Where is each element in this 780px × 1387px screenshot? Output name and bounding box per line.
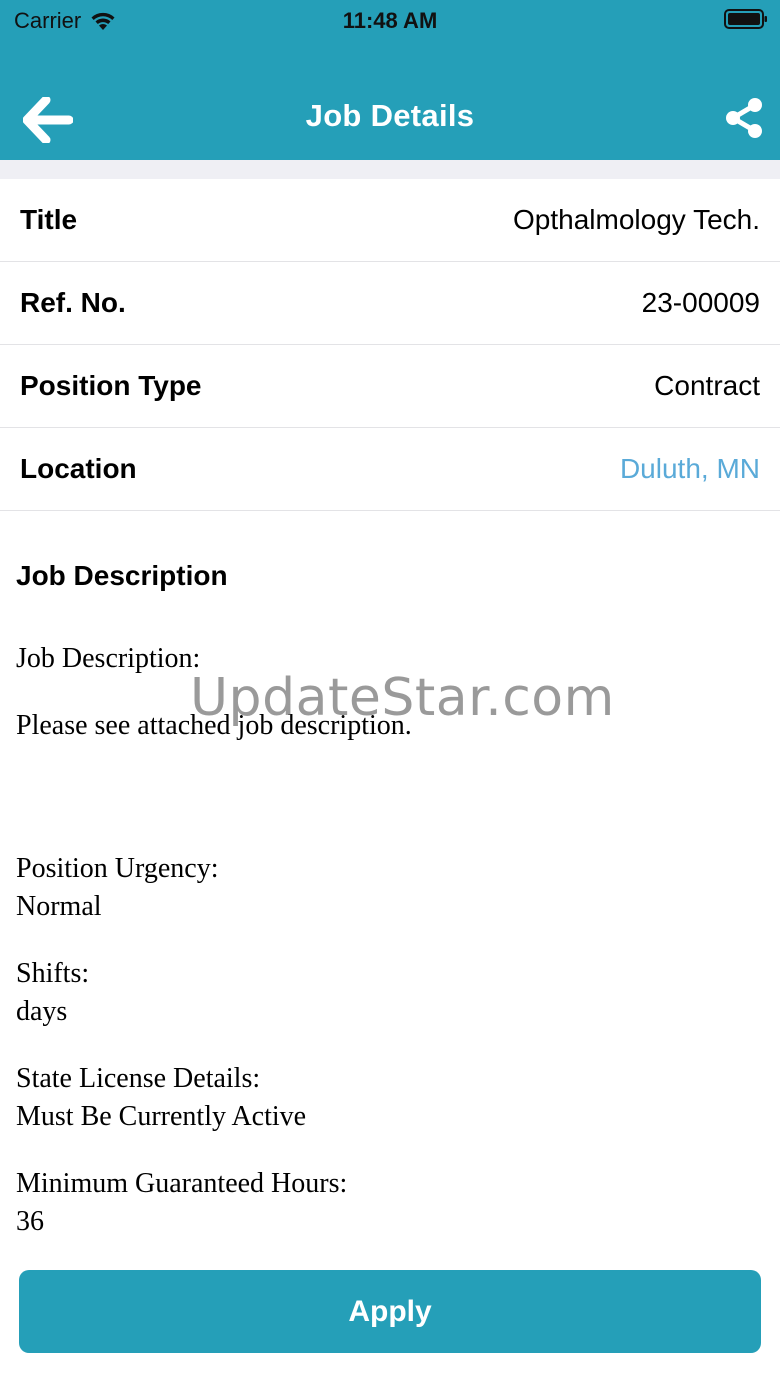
min-hours-label: Minimum Guaranteed Hours: xyxy=(16,1168,348,1199)
section-heading: Job Description xyxy=(16,560,228,591)
license-label: State License Details: xyxy=(16,1063,261,1094)
shifts-paragraph: Shifts: days xyxy=(16,955,764,1031)
battery-icon xyxy=(724,9,767,29)
urgency-value: Normal xyxy=(16,891,102,922)
shifts-label: Shifts: xyxy=(16,958,90,989)
share-button[interactable] xyxy=(722,96,766,140)
position-type-value: Contract xyxy=(654,370,760,401)
min-hours-paragraph: Minimum Guaranteed Hours: 36 xyxy=(16,1165,764,1241)
urgency-label: Position Urgency: xyxy=(16,853,219,884)
detail-row-position-type: Position Type Contract xyxy=(0,345,780,428)
detail-label: Title xyxy=(20,204,78,235)
status-bar: Carrier 11:48 AM xyxy=(0,0,780,40)
job-title-value: Opthalmology Tech. xyxy=(513,204,760,235)
job-description-body: Job Description: Please see attached job… xyxy=(16,640,764,1270)
license-value: Must Be Currently Active xyxy=(16,1101,307,1132)
app-header: Carrier 11:48 AM Job Details xyxy=(0,0,780,160)
watermark: UpdateStar.com xyxy=(190,668,615,728)
urgency-paragraph: Position Urgency: Normal xyxy=(16,850,764,926)
detail-label: Location xyxy=(20,453,137,484)
share-icon xyxy=(726,98,762,138)
detail-row-location: Location Duluth, MN xyxy=(0,428,780,511)
ref-no-value: 23-00009 xyxy=(641,287,760,318)
apply-footer: Apply xyxy=(0,1262,780,1387)
status-time: 11:48 AM xyxy=(342,8,438,33)
navigation-bar: Job Details xyxy=(0,70,780,160)
apply-button[interactable]: Apply xyxy=(19,1270,761,1353)
min-hours-value: 36 xyxy=(16,1206,44,1237)
shifts-value: days xyxy=(16,996,68,1027)
detail-row-title: Title Opthalmology Tech. xyxy=(0,179,780,262)
section-separator xyxy=(0,160,780,179)
job-description-section: Job Description Job Description: Please … xyxy=(16,560,764,1237)
page-title: Job Details xyxy=(305,98,475,133)
detail-label: Ref. No. xyxy=(20,287,126,318)
location-link[interactable]: Duluth, MN xyxy=(620,453,760,485)
job-details-list: Title Opthalmology Tech. Ref. No. 23-000… xyxy=(0,179,780,511)
license-paragraph: State License Details: Must Be Currently… xyxy=(16,1060,764,1136)
detail-row-ref-no: Ref. No. 23-00009 xyxy=(0,262,780,345)
detail-label: Position Type xyxy=(20,370,202,401)
